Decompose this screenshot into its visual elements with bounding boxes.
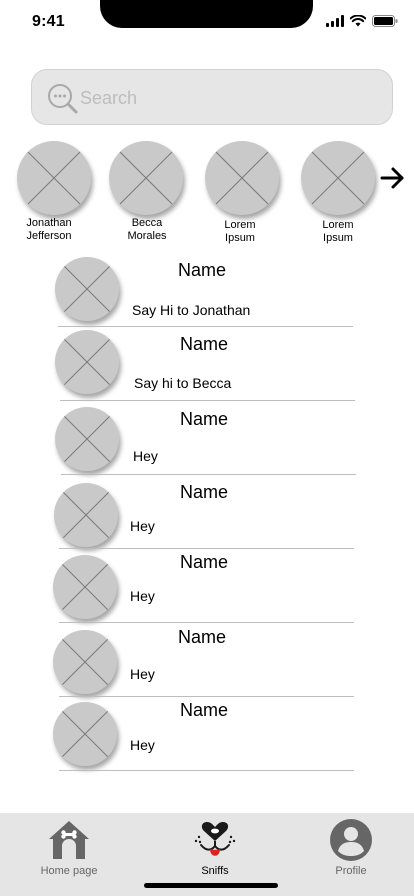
image-placeholder-icon: [311, 151, 365, 205]
search-chat-icon: [48, 84, 78, 114]
wifi-icon: [350, 15, 366, 27]
status-time: 9:41: [32, 13, 65, 30]
arrow-right-icon[interactable]: [380, 165, 406, 191]
avatar[interactable]: [53, 702, 117, 766]
image-placeholder-icon: [63, 338, 111, 386]
status-icons: [326, 15, 398, 27]
avatar[interactable]: [205, 141, 279, 215]
image-placeholder-icon: [62, 491, 110, 539]
doghouse-icon: [49, 821, 89, 859]
chat-row[interactable]: Name Hey: [0, 625, 414, 697]
image-placeholder-icon: [61, 638, 109, 686]
story-name: Lorem Ipsum: [224, 219, 256, 244]
divider: [59, 548, 354, 549]
user-icon: [330, 819, 372, 861]
chat-row[interactable]: Name Hey: [0, 477, 414, 549]
dog-nose-icon: [194, 822, 236, 856]
story-name: Lorem Ipsum: [322, 219, 354, 244]
chat-message: Hey: [130, 588, 155, 604]
divider: [58, 326, 353, 327]
search-input[interactable]: [80, 86, 370, 110]
avatar[interactable]: [55, 330, 119, 394]
chat-row[interactable]: Name Say Hi to Jonathan: [0, 255, 414, 327]
chat-name: Name: [180, 552, 229, 572]
avatar[interactable]: [53, 555, 117, 619]
avatar[interactable]: [17, 141, 91, 215]
tab-home-page[interactable]: Home page: [14, 813, 124, 883]
signal-icon: [326, 15, 344, 27]
divider: [60, 400, 355, 401]
chat-message: Say hi to Becca: [134, 375, 232, 391]
chat-message: Hey: [130, 666, 155, 682]
tab-label: Sniffs: [201, 865, 229, 877]
image-placeholder-icon: [119, 151, 173, 205]
image-placeholder-icon: [63, 415, 111, 463]
chat-message: Say Hi to Jonathan: [132, 302, 251, 318]
chat-row[interactable]: Name Hey: [0, 551, 414, 623]
tab-profile[interactable]: Profile: [296, 813, 406, 883]
divider: [59, 770, 354, 771]
image-placeholder-icon: [63, 265, 111, 313]
chat-message: Hey: [130, 518, 155, 534]
image-placeholder-icon: [215, 151, 269, 205]
avatar[interactable]: [53, 630, 117, 694]
avatar[interactable]: [54, 483, 118, 547]
avatar[interactable]: [55, 407, 119, 471]
chat-message: Hey: [130, 737, 155, 753]
avatar[interactable]: [55, 257, 119, 321]
device-notch: [100, 0, 313, 28]
chat-message: Hey: [133, 448, 158, 464]
story-name: Becca Morales: [127, 217, 167, 242]
image-placeholder-icon: [61, 710, 109, 758]
tab-label: Home page: [40, 865, 98, 877]
chat-row[interactable]: Name Say hi to Becca: [0, 329, 414, 401]
chat-row[interactable]: Name Hey: [0, 403, 414, 475]
chat-name: Name: [180, 482, 229, 502]
battery-icon: [372, 15, 398, 27]
story-name: Jonathan Jefferson: [26, 217, 72, 242]
divider: [61, 474, 356, 475]
chat-name: Name: [180, 700, 229, 720]
divider: [59, 622, 354, 623]
image-placeholder-icon: [27, 151, 81, 205]
chat-name: Name: [178, 627, 227, 647]
image-placeholder-icon: [61, 563, 109, 611]
chat-name: Name: [178, 260, 227, 280]
divider: [59, 696, 354, 697]
status-bar: 9:41: [0, 0, 414, 44]
tab-sniffs[interactable]: Sniffs: [160, 813, 270, 883]
chat-name: Name: [180, 334, 229, 354]
home-indicator: [144, 883, 278, 888]
avatar[interactable]: [301, 141, 375, 215]
chat-name: Name: [180, 409, 229, 429]
search-bar[interactable]: [31, 69, 393, 125]
avatar[interactable]: [109, 141, 183, 215]
chat-row[interactable]: Name Hey: [0, 699, 414, 771]
tab-label: Profile: [335, 865, 367, 877]
